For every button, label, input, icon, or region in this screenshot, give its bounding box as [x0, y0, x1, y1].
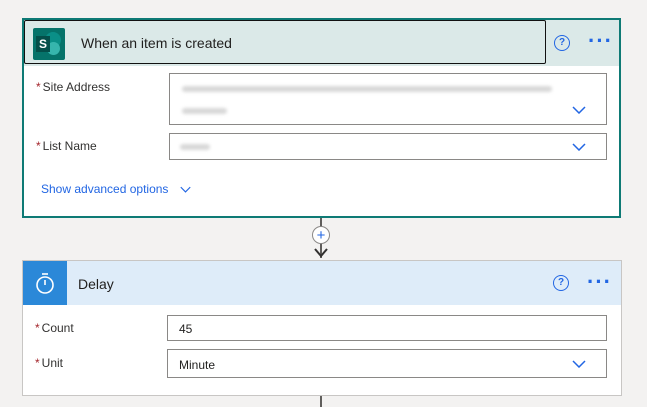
- timer-icon: [23, 261, 67, 305]
- sharepoint-icon: S: [33, 28, 65, 60]
- redacted-text: [180, 144, 210, 150]
- count-value: 45: [179, 322, 193, 336]
- insert-step-button[interactable]: +: [312, 226, 330, 244]
- help-icon[interactable]: ?: [553, 275, 569, 291]
- show-advanced-options-link[interactable]: Show advanced options: [41, 182, 191, 196]
- more-options-icon[interactable]: ···: [588, 30, 613, 52]
- site-address-dropdown[interactable]: [169, 73, 607, 125]
- flow-connector-line: [320, 396, 322, 407]
- site-address-label: * Site Address: [36, 80, 111, 94]
- delay-header[interactable]: Delay ? ···: [23, 261, 621, 305]
- redacted-text: [182, 108, 227, 114]
- delay-card: Delay ? ··· * Count 45 * Unit Minute: [22, 260, 622, 396]
- arrow-down-icon: [314, 248, 328, 258]
- more-options-icon[interactable]: ···: [587, 271, 612, 293]
- help-icon[interactable]: ?: [554, 35, 570, 51]
- unit-label: * Unit: [35, 356, 64, 370]
- chevron-down-icon: [180, 187, 191, 194]
- redacted-text: [182, 86, 552, 92]
- trigger-header[interactable]: S When an item is created ? ···: [24, 20, 619, 66]
- list-name-dropdown[interactable]: [169, 133, 607, 160]
- unit-dropdown[interactable]: Minute: [167, 349, 607, 378]
- count-label: * Count: [35, 321, 74, 335]
- trigger-card: S When an item is created ? ··· * Site Ad…: [22, 18, 621, 218]
- delay-title: Delay: [78, 276, 114, 292]
- list-name-label: * List Name: [36, 139, 97, 153]
- chevron-down-icon[interactable]: [572, 106, 586, 114]
- unit-value: Minute: [179, 358, 216, 372]
- chevron-down-icon[interactable]: [572, 143, 586, 151]
- trigger-title: When an item is created: [81, 35, 232, 51]
- count-input[interactable]: 45: [167, 315, 607, 341]
- chevron-down-icon[interactable]: [572, 360, 586, 368]
- trigger-title-box[interactable]: S When an item is created: [24, 20, 546, 64]
